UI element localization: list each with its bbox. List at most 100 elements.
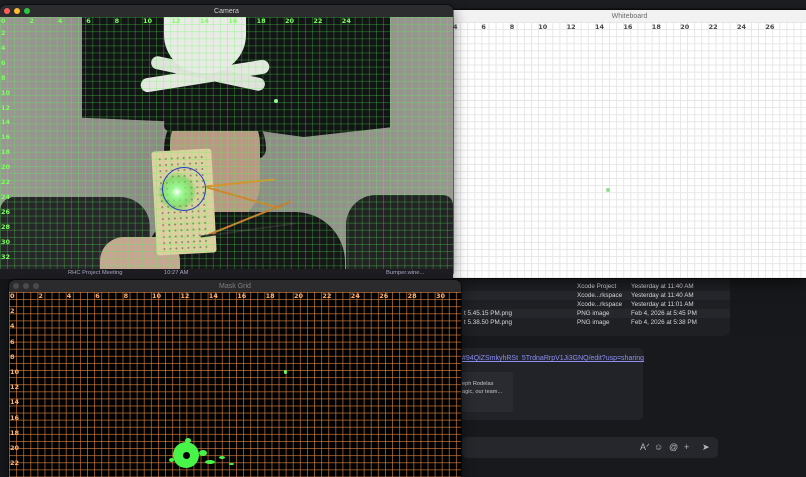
mask-y-tick-16: 16 bbox=[10, 413, 20, 422]
whiteboard-x-tick-26: 26 bbox=[765, 23, 775, 31]
whiteboard-titlebar[interactable]: Whiteboard bbox=[453, 10, 806, 22]
mask-y-tick-10: 10 bbox=[10, 368, 20, 376]
file-kind: PNG image bbox=[577, 310, 610, 317]
camera-titlebar[interactable]: Camera bbox=[0, 5, 453, 17]
camera-x-tick-14: 14 bbox=[199, 17, 209, 25]
camera-y-tick-12: 12 bbox=[1, 103, 11, 112]
close-button[interactable] bbox=[13, 283, 19, 289]
whiteboard-x-tick-16: 16 bbox=[623, 23, 633, 31]
file-row[interactable]: Xcode Project Yesterday at 11:40 AM bbox=[460, 282, 730, 291]
whiteboard-x-tick-22: 22 bbox=[708, 23, 718, 31]
camera-x-tick-24: 24 bbox=[341, 17, 351, 25]
camera-y-tick-2: 2 bbox=[1, 29, 6, 37]
mask-y-tick-8: 8 bbox=[10, 352, 15, 361]
camera-x-tick-22: 22 bbox=[313, 17, 323, 25]
whiteboard-x-tick-6: 6 bbox=[481, 23, 486, 31]
camera-y-tick-16: 16 bbox=[1, 133, 11, 142]
detection-ring bbox=[162, 167, 206, 211]
message-composer[interactable]: Aᐟ ☺ @ + ➤ bbox=[462, 437, 718, 458]
mask-grid-lines bbox=[9, 292, 461, 477]
file-kind: Xcode...rkspace bbox=[577, 292, 623, 299]
camera-x-tick-8: 8 bbox=[114, 17, 120, 25]
file-name: t 5.45.15 PM.png bbox=[464, 310, 512, 317]
camera-x-tick-6: 6 bbox=[86, 17, 91, 25]
camera-feed: 0 2 4 6 8 10 12 14 16 18 20 22 24 2 4 6 8 10 12 14 16 18 20 22… bbox=[0, 17, 453, 273]
whiteboard-x-tick-24: 24 bbox=[737, 23, 747, 31]
file-date: Yesterday at 11:01 AM bbox=[631, 301, 694, 308]
camera-x-tick-2: 2 bbox=[29, 17, 34, 25]
meeting-title[interactable]: RHC Project Meeting bbox=[68, 270, 122, 276]
link-preview-card[interactable]: eph Rodelas agic, our team... bbox=[457, 372, 513, 412]
mask-x-tick-16: 16 bbox=[237, 292, 247, 300]
mask-window: Mask Grid 02468101214161820222426283032 … bbox=[9, 280, 461, 477]
camera-y-tick-14: 14 bbox=[1, 118, 11, 127]
meeting-time: 10:27 AM bbox=[164, 270, 189, 276]
camera-title: Camera bbox=[214, 7, 239, 15]
send-icon[interactable]: ➤ bbox=[702, 442, 710, 453]
tracked-point bbox=[606, 188, 610, 192]
minimize-button[interactable] bbox=[14, 8, 20, 14]
file-kind: PNG image bbox=[577, 319, 610, 326]
mask-y-tick-4: 4 bbox=[10, 322, 15, 331]
mask-y-tick-14: 14 bbox=[10, 398, 20, 407]
chat-link[interactable]: #94QiZSmkyhRSt_5TrdnaRrpV1Ji3GNQ/edit?us… bbox=[462, 355, 644, 362]
camera-y-tick-4: 4 bbox=[1, 43, 6, 52]
minimize-button[interactable] bbox=[23, 283, 29, 289]
mention-icon[interactable]: @ bbox=[669, 442, 678, 452]
format-icon[interactable]: Aᐟ bbox=[640, 442, 650, 453]
file-list: Xcode Project Yesterday at 11:40 AM Xcod… bbox=[460, 276, 730, 336]
camera-x-tick-20: 20 bbox=[285, 17, 295, 25]
emoji-icon[interactable]: ☺ bbox=[654, 442, 663, 452]
meeting-item[interactable]: Bumper.wine... bbox=[386, 270, 424, 276]
camera-x-tick-4: 4 bbox=[57, 17, 63, 25]
meeting-bar: RHC Project Meeting 10:27 AM Bumper.wine… bbox=[0, 269, 453, 279]
mask-titlebar[interactable]: Mask Grid bbox=[9, 280, 461, 292]
camera-marker bbox=[274, 99, 278, 103]
mask-x-tick-2: 2 bbox=[38, 292, 43, 300]
whiteboard-x-tick-18: 18 bbox=[651, 23, 661, 31]
mask-x-tick-20: 20 bbox=[294, 292, 304, 300]
close-button[interactable] bbox=[4, 8, 10, 14]
camera-y-tick-24: 24 bbox=[1, 192, 11, 201]
mask-y-tick-20: 20 bbox=[10, 444, 20, 452]
file-row[interactable]: t 5.38.50 PM.png PNG image Feb 4, 2026 a… bbox=[460, 318, 730, 327]
whiteboard-grid[interactable] bbox=[453, 22, 806, 278]
whiteboard-x-tick-20: 20 bbox=[680, 23, 690, 31]
mask-x-tick-30: 30 bbox=[436, 292, 446, 300]
mask-x-tick-4: 4 bbox=[66, 292, 72, 300]
card-author: eph Rodelas bbox=[462, 381, 494, 387]
mask-marker bbox=[284, 370, 287, 374]
camera-y-tick-32: 32 bbox=[1, 252, 11, 261]
camera-y-tick-30: 30 bbox=[1, 237, 11, 246]
file-row[interactable]: Xcode...rkspace Yesterday at 11:40 AM bbox=[460, 291, 730, 300]
camera-y-tick-10: 10 bbox=[1, 88, 11, 97]
camera-y-tick-26: 26 bbox=[1, 207, 11, 216]
mask-x-tick-12: 12 bbox=[180, 292, 190, 300]
file-name: t 5.38.50 PM.png bbox=[464, 319, 512, 326]
camera-x-tick-12: 12 bbox=[171, 17, 181, 25]
file-date: Feb 4, 2026 at 5:45 PM bbox=[631, 310, 697, 317]
whiteboard-x-tick-12: 12 bbox=[566, 23, 576, 31]
file-kind: Xcode Project bbox=[577, 283, 617, 290]
plus-icon[interactable]: + bbox=[684, 442, 689, 452]
file-date: Yesterday at 11:40 AM bbox=[631, 292, 694, 299]
whiteboard-title: Whiteboard bbox=[611, 12, 648, 20]
mask-y-tick-22: 22 bbox=[10, 459, 20, 468]
zoom-button[interactable] bbox=[24, 8, 30, 14]
file-date: Yesterday at 11:40 AM bbox=[631, 283, 694, 290]
mask-y-tick-2: 2 bbox=[10, 307, 15, 316]
whiteboard-x-tick-8: 8 bbox=[509, 23, 515, 31]
mask-y-tick-6: 6 bbox=[10, 337, 15, 346]
camera-window: Camera 0 2 4 6 8 10 12 14 16 18 20 22 24 2 4 6 8 10 12 14 1… bbox=[0, 5, 453, 273]
camera-grid-overlay bbox=[0, 17, 453, 273]
camera-y-tick-6: 6 bbox=[1, 58, 6, 67]
mask-y-tick-18: 18 bbox=[10, 428, 20, 437]
mask-x-tick-14: 14 bbox=[208, 292, 218, 300]
zoom-button[interactable] bbox=[33, 283, 39, 289]
mask-x-tick-28: 28 bbox=[407, 292, 417, 300]
file-row[interactable]: t 5.45.15 PM.png PNG image Feb 4, 2026 a… bbox=[460, 309, 730, 318]
file-row[interactable]: Xcode...rkspace Yesterday at 11:01 AM bbox=[460, 300, 730, 309]
mask-x-tick-6: 6 bbox=[95, 292, 100, 300]
camera-y-tick-18: 18 bbox=[1, 148, 11, 157]
camera-y-tick-8: 8 bbox=[1, 73, 6, 82]
